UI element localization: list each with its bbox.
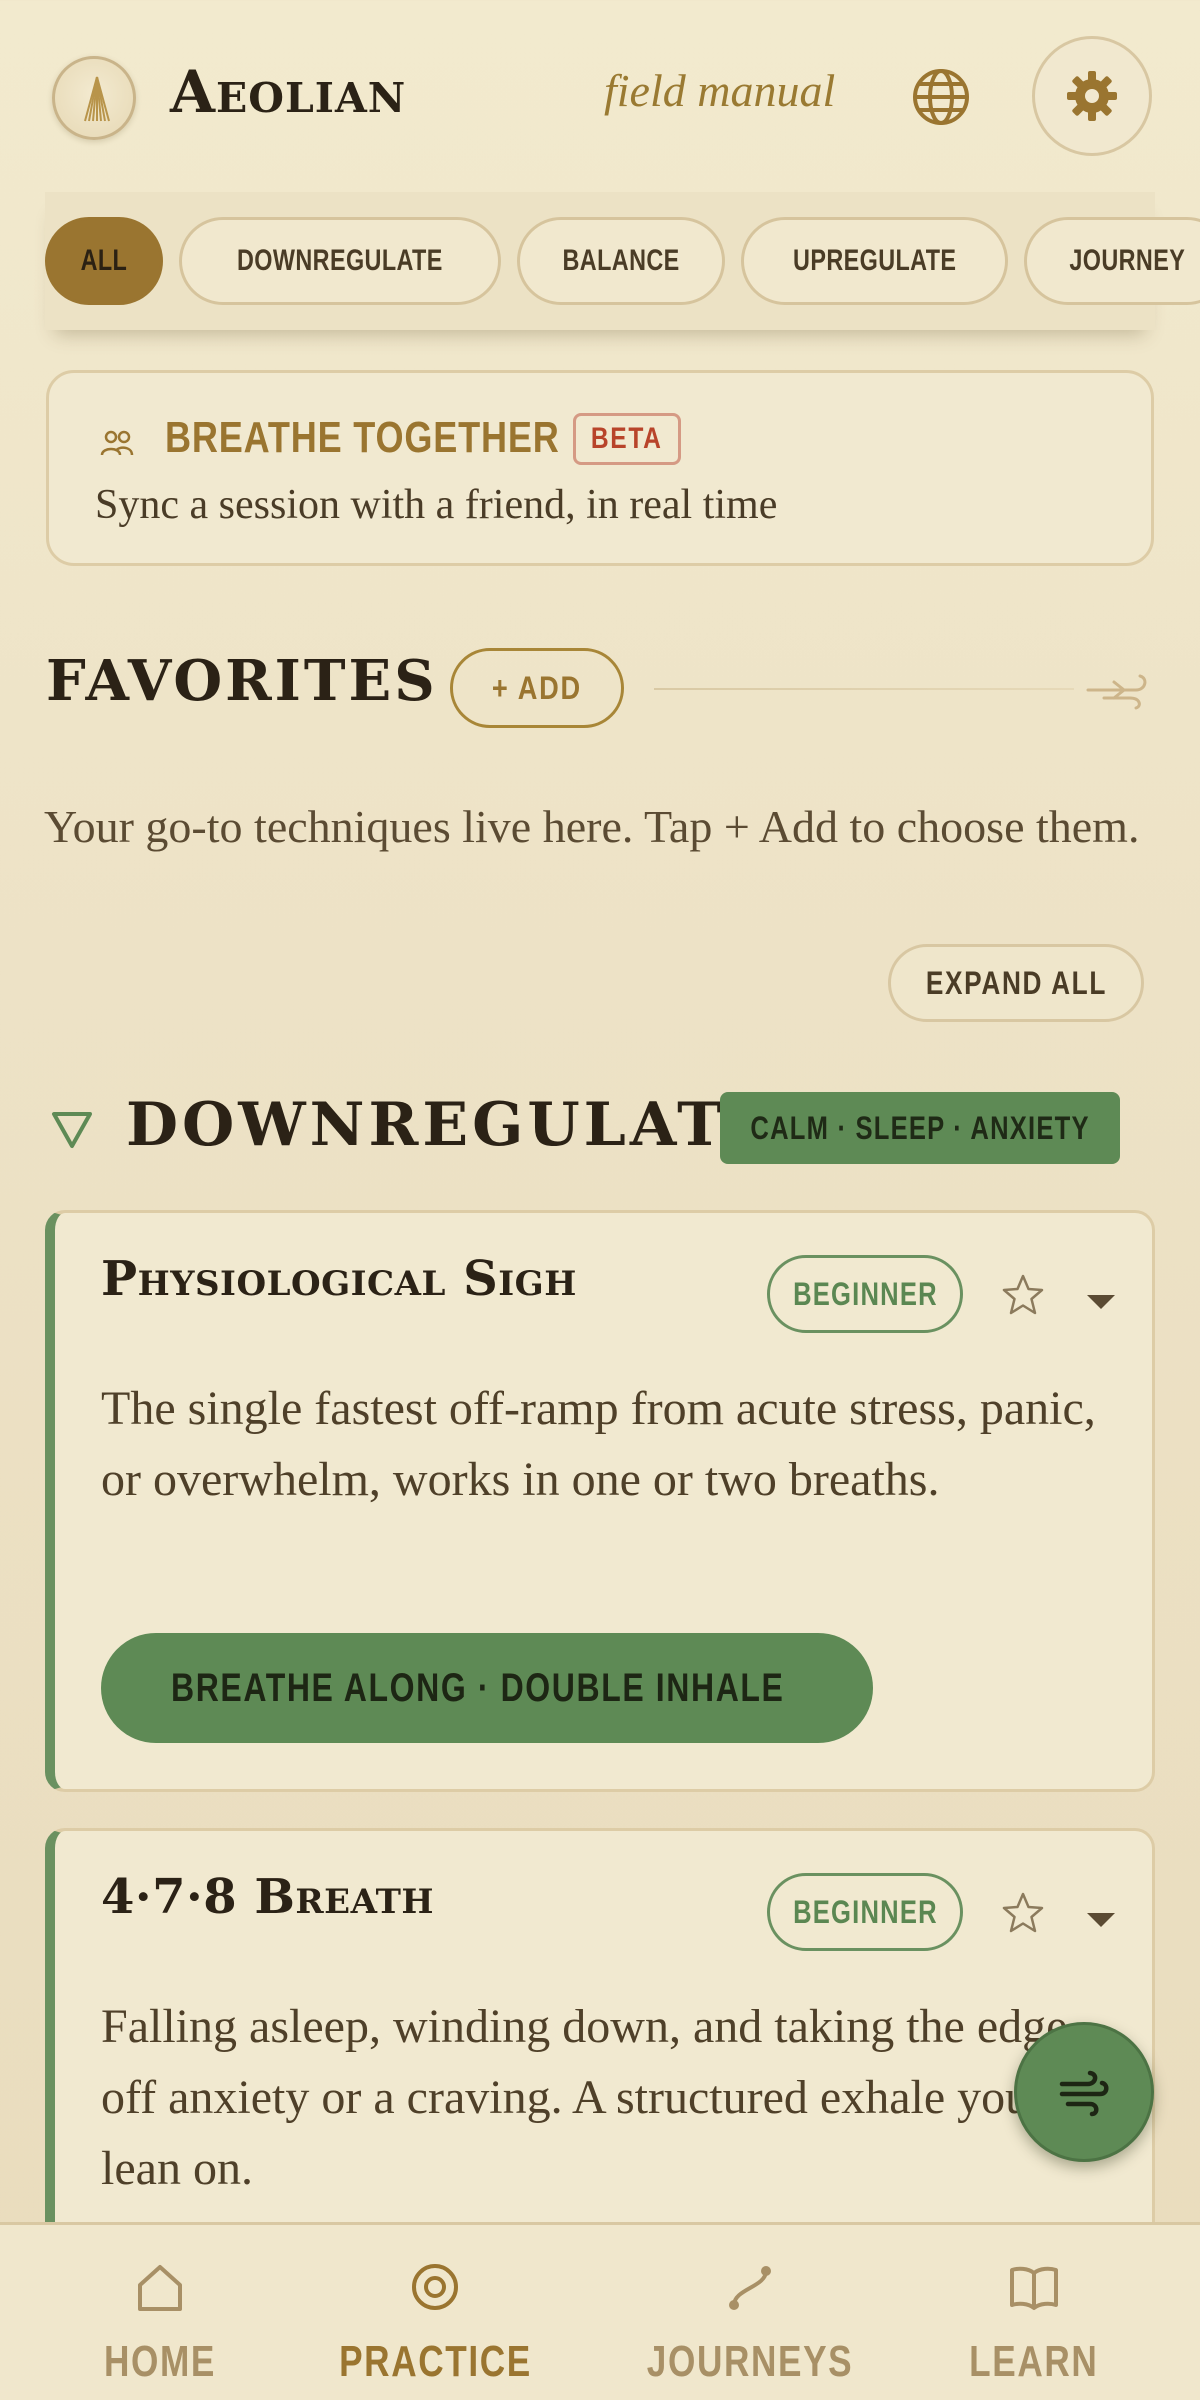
level-badge: BEGINNER xyxy=(767,1255,963,1333)
expand-all-button[interactable]: EXPAND ALL xyxy=(888,944,1144,1022)
nav-item-home[interactable]: HOME xyxy=(60,2225,260,2400)
target-icon xyxy=(412,2264,458,2310)
collapse-triangle-icon[interactable] xyxy=(50,1110,94,1150)
app-header: Aeolian field manual xyxy=(0,0,1200,192)
nav-item-practice[interactable]: PRACTICE xyxy=(330,2225,540,2400)
section-tag: CALM · SLEEP · ANXIETY xyxy=(720,1092,1120,1164)
breathe-along-button[interactable]: BREATHE ALONG · DOUBLE INHALE xyxy=(101,1633,873,1743)
filter-chip-journey[interactable]: JOURNEY xyxy=(1024,217,1200,305)
home-icon xyxy=(138,2265,182,2311)
star-icon[interactable] xyxy=(1001,1273,1045,1317)
technique-description: Falling asleep, winding down, and taking… xyxy=(101,2000,1108,2195)
technique-description: The single fastest off-ramp from acute s… xyxy=(101,1382,1096,1506)
filter-chip-upregulate[interactable]: UPREGULATE xyxy=(740,217,1009,305)
nav-item-learn[interactable]: LEARN xyxy=(934,2225,1134,2400)
path-icon xyxy=(729,2266,771,2310)
globe-icon[interactable] xyxy=(908,64,974,130)
wind-icon xyxy=(1059,2070,1109,2117)
logo-icon xyxy=(52,56,136,140)
breathe-together-card[interactable]: BREATHE TOGETHER BETA Sync a session wit… xyxy=(46,370,1154,566)
filter-bar: ALL DOWNREGULATE BALANCE UPREGULATE JOUR… xyxy=(45,192,1200,330)
technique-title: 4·7·8 Breath xyxy=(101,1869,435,1925)
app-subtitle: field manual xyxy=(604,65,836,116)
settings-button[interactable] xyxy=(1032,36,1152,156)
breathe-together-description: Sync a session with a friend, in real ti… xyxy=(95,482,778,528)
book-icon xyxy=(1010,2266,1058,2310)
breathe-fab-button[interactable] xyxy=(1014,2022,1154,2162)
breathe-together-title: BREATHE TOGETHER xyxy=(165,413,560,462)
gear-icon xyxy=(1067,71,1117,121)
star-icon[interactable] xyxy=(1001,1891,1045,1935)
technique-title: Physiological Sigh xyxy=(101,1251,577,1307)
favorites-empty-text: Your go-to techniques live here. Tap + A… xyxy=(44,801,1140,852)
section-title: DOWNREGULATE xyxy=(126,1090,776,1160)
beta-badge: BETA xyxy=(573,413,681,465)
divider xyxy=(654,688,1074,690)
chevron-down-icon[interactable] xyxy=(1085,1293,1117,1311)
favorites-title: FAVORITES xyxy=(46,648,438,714)
filter-chip-balance[interactable]: BALANCE xyxy=(516,217,725,305)
people-icon xyxy=(100,430,134,456)
chevron-down-icon[interactable] xyxy=(1085,1911,1117,1929)
bottom-nav: HOME PRACTICE JOURNEYS LEARN xyxy=(0,2222,1200,2400)
wind-icon xyxy=(1086,674,1147,710)
add-favorite-button[interactable]: + ADD xyxy=(450,648,624,728)
filter-chip-downregulate[interactable]: DOWNREGULATE xyxy=(178,217,501,305)
app-title: Aeolian xyxy=(170,58,407,126)
technique-card[interactable]: Physiological Sigh BEGINNER The single f… xyxy=(45,1210,1155,1792)
level-badge: BEGINNER xyxy=(767,1873,963,1951)
nav-item-journeys[interactable]: JOURNEYS xyxy=(640,2225,860,2400)
filter-chip-all[interactable]: ALL xyxy=(45,217,163,305)
